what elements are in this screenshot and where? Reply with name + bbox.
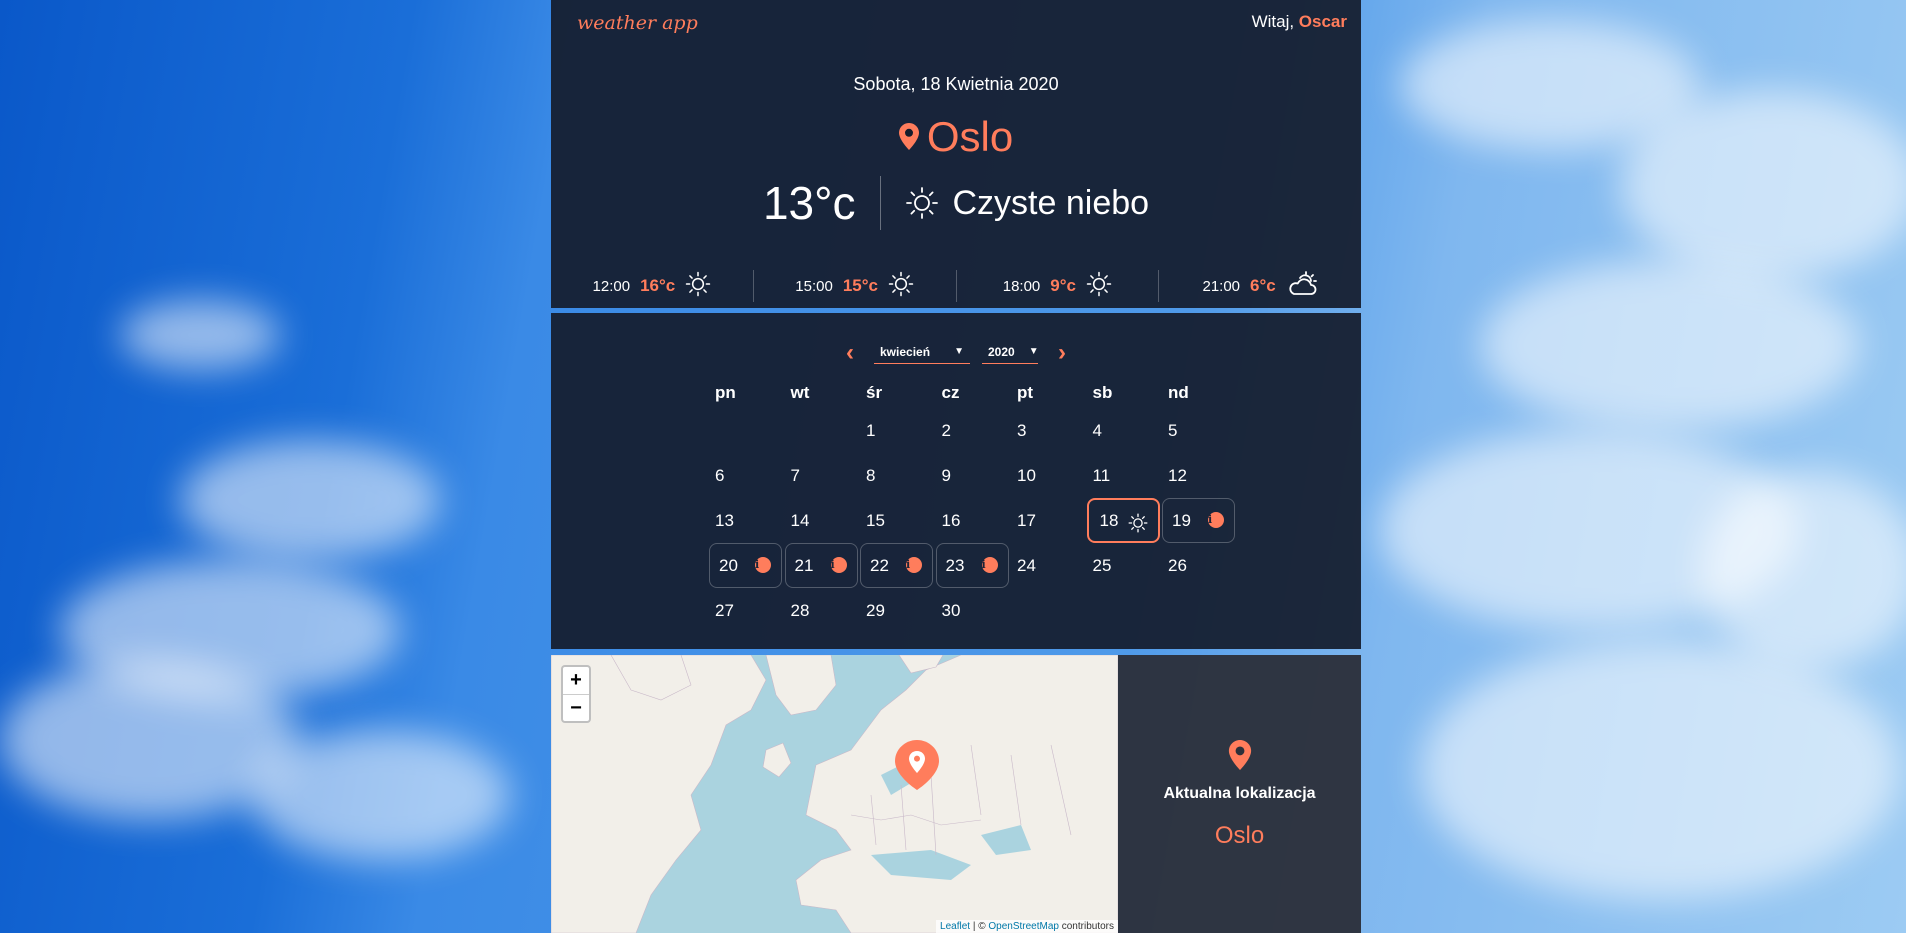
hourly-item: 12:00 16°c xyxy=(551,270,754,302)
info-icon[interactable]: i xyxy=(830,557,847,573)
calendar-day[interactable]: 8 xyxy=(860,453,936,498)
hour-temp: 16°c xyxy=(640,276,676,295)
weekday-label: pn xyxy=(715,383,736,402)
app-logo[interactable]: weather app xyxy=(577,12,698,34)
day-number: 18 xyxy=(1099,510,1119,530)
calendar-day[interactable]: 9 xyxy=(936,453,1012,498)
leaflet-link[interactable]: Leaflet xyxy=(940,921,970,932)
calendar-day[interactable]: 30 xyxy=(936,588,1012,633)
calendar-day[interactable]: 17 xyxy=(1011,498,1087,543)
calendar-day[interactable]: 14 xyxy=(785,498,861,543)
hour-time: 15:00 xyxy=(795,277,833,295)
info-icon[interactable]: i xyxy=(755,557,771,573)
calendar-day[interactable]: 3 xyxy=(1011,408,1087,453)
zoom-in-button[interactable]: + xyxy=(563,667,589,694)
calendar-day[interactable]: 1 xyxy=(860,408,936,453)
calendar-day[interactable]: 7 xyxy=(785,453,861,498)
weather-app: weather app Witaj, Oscar Sobota, 18 Kwie… xyxy=(551,0,1361,933)
year-select[interactable]: 2020 ▼ xyxy=(982,343,1039,364)
weekday-label: cz xyxy=(941,383,960,402)
year-value: 2020 xyxy=(988,344,1015,359)
sun-icon xyxy=(905,186,939,220)
attribution-suffix: contributors xyxy=(1058,921,1114,932)
month-value: kwiecień xyxy=(880,344,931,359)
info-icon[interactable]: i xyxy=(981,557,998,573)
calendar-day[interactable]: 24 xyxy=(1011,543,1087,588)
weekday-label: wt xyxy=(790,383,810,402)
calendar-day[interactable]: 2 xyxy=(936,408,1012,453)
calendar-day-forecast[interactable]: 20 i xyxy=(709,543,782,588)
location-info: Aktualna lokalizacja Oslo xyxy=(1118,0,1361,933)
caret-down-icon: ▼ xyxy=(1028,346,1039,357)
calendar-day[interactable]: 10 xyxy=(1011,453,1087,498)
calendar-day[interactable]: 29 xyxy=(860,588,936,633)
caret-down-icon: ▼ xyxy=(954,346,964,357)
weekday-label: śr xyxy=(866,383,883,402)
day-number: 21 xyxy=(794,555,814,575)
info-icon[interactable]: i xyxy=(906,557,922,573)
calendar-day-empty xyxy=(785,408,861,453)
day-number: 23 xyxy=(945,555,965,575)
sun-icon xyxy=(1086,271,1112,301)
osm-link[interactable]: OpenStreetMap xyxy=(988,921,1059,932)
calendar-day-forecast[interactable]: 21 i xyxy=(784,543,858,588)
location-map[interactable]: + − Leaflet | © OpenStreetMap contributo… xyxy=(551,655,1118,933)
prev-month-chevron-left-icon[interactable]: ‹ xyxy=(838,339,862,367)
map-pin-icon xyxy=(1118,740,1361,775)
calendar-day-empty xyxy=(1011,588,1087,633)
map-tiles xyxy=(551,655,1118,933)
sun-icon xyxy=(888,271,914,301)
hour-time: 18:00 xyxy=(1002,277,1041,295)
calendar-day[interactable]: 27 xyxy=(709,588,785,633)
calendar-day-forecast[interactable]: 23 i xyxy=(935,543,1009,588)
day-number: 20 xyxy=(719,555,738,575)
next-month-chevron-right-icon[interactable]: › xyxy=(1050,339,1074,367)
zoom-out-button[interactable]: − xyxy=(563,694,589,721)
calendar-day[interactable]: 6 xyxy=(709,453,785,498)
hour-time: 12:00 xyxy=(592,277,631,295)
location-city: Oslo xyxy=(1214,822,1265,849)
hour-temp: 15°c xyxy=(842,276,878,295)
calendar-day[interactable]: 16 xyxy=(936,498,1012,543)
map-marker-icon[interactable] xyxy=(895,740,939,795)
calendar-day[interactable]: 13 xyxy=(709,498,785,543)
calendar-day-empty xyxy=(709,408,785,453)
location-title: Aktualna lokalizacja xyxy=(1163,785,1316,802)
calendar-day-forecast[interactable]: 22 i xyxy=(860,543,933,588)
sun-icon xyxy=(685,271,711,301)
map-attribution: Leaflet | © OpenStreetMap contributors xyxy=(936,920,1118,933)
hour-temp: 9°c xyxy=(1050,276,1076,295)
map-pin-icon xyxy=(898,112,919,160)
current-temperature: 13°c xyxy=(763,176,881,230)
day-number: 22 xyxy=(870,555,889,575)
attribution-separator: | © xyxy=(970,921,989,932)
map-zoom-control: + − xyxy=(561,665,591,723)
calendar-day[interactable]: 15 xyxy=(860,498,936,543)
hourly-item: 15:00 15°c xyxy=(754,270,957,302)
weekday-label: pt xyxy=(1017,383,1034,402)
calendar-day[interactable]: 28 xyxy=(785,588,861,633)
city-name: Oslo xyxy=(926,113,1014,160)
month-select[interactable]: kwiecień ▼ xyxy=(874,343,970,364)
